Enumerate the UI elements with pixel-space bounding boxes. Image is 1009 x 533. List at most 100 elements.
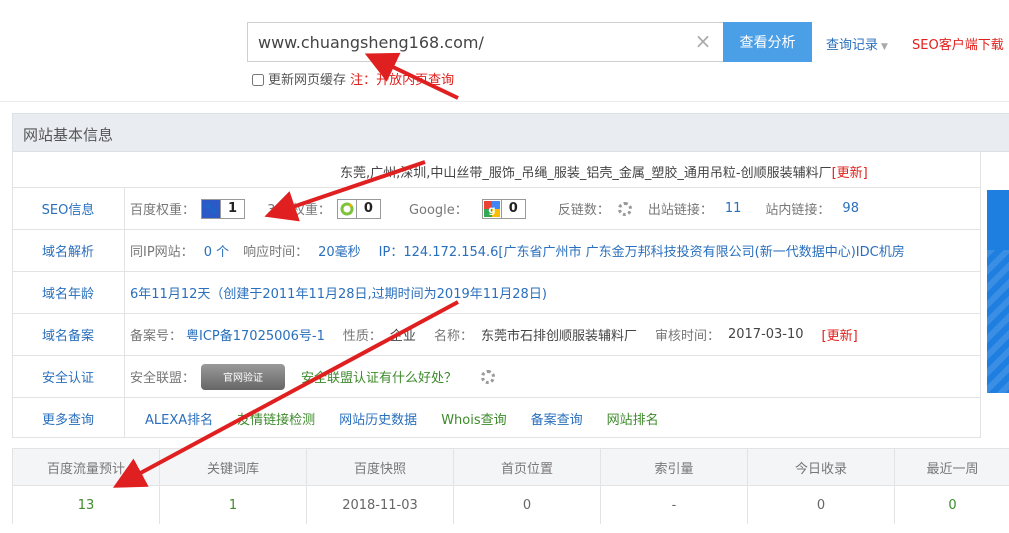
inlinks-label: 站内链接：: [765, 203, 831, 218]
security-content: 安全联盟： 官网验证 安全联盟认证有什么好处？: [130, 356, 981, 397]
so-rank-value: 0: [355, 199, 380, 218]
google-rank-label: Google：: [408, 203, 468, 218]
baidu-rank-value: 1: [220, 199, 244, 218]
official-verify-seal-icon[interactable]: 官网验证: [201, 363, 286, 390]
same-ip-value[interactable]: 0 个: [204, 241, 229, 260]
site-history-link[interactable]: 网站历史数据: [339, 409, 417, 428]
domain-age-label[interactable]: 域名年龄: [12, 272, 125, 313]
outlinks-value[interactable]: 11: [725, 201, 742, 216]
seo-info-row: SEO信息 百度权重： 🐾 1 360权重： 0 Google： g 0 反链数…: [12, 188, 981, 230]
dns-content: 同IP网站： 0 个 响应时间： 20毫秒 IP：124.172.154.6[广…: [130, 230, 981, 271]
stats-header-index: 索引量: [601, 449, 748, 485]
stats-header-row: 百度流量预计 关键词库 百度快照 首页位置 索引量 今日收录 最近一周: [13, 449, 1009, 486]
icp-row: 域名备案 备案号： 粤ICP备17025006号-1 性质： 企业 名称： 东莞…: [12, 314, 981, 356]
search-box: ×: [247, 22, 724, 62]
stats-value-snapshot: 2018-11-03: [307, 486, 454, 524]
site-rank-link[interactable]: 网站排名: [607, 409, 659, 428]
loading-spinner-icon: [617, 201, 632, 216]
icp-name-label: 名称：: [433, 329, 473, 344]
panel-header: 网站基本信息: [12, 113, 1009, 152]
icp-label[interactable]: 域名备案: [12, 314, 125, 355]
so-rank-badge[interactable]: 0: [336, 198, 381, 219]
site-title-text: 东莞,广州,深圳,中山丝带_服饰_吊绳_服装_铝壳_金属_塑胶_通用吊粒-创顺服…: [340, 166, 832, 181]
stats-value-last-week[interactable]: 0: [895, 486, 1009, 524]
stats-header-home-position: 首页位置: [454, 449, 601, 485]
security-alliance-label: 安全联盟：: [130, 371, 196, 386]
stats-header-last-week: 最近一周: [926, 461, 979, 477]
same-ip-label: 同IP网站：: [130, 245, 194, 260]
stats-value-today-indexed: 0: [748, 486, 895, 524]
stats-header-today-indexed: 今日收录: [748, 449, 895, 485]
icp-query-link[interactable]: 备案查询: [531, 409, 583, 428]
panel-title: 网站基本信息: [23, 126, 114, 144]
close-icon[interactable]: ×: [693, 31, 713, 51]
icp-no-label: 备案号：: [130, 329, 183, 344]
icp-type-label: 性质：: [342, 329, 382, 344]
icp-name-value: 东莞市石排创顺服装辅料厂: [480, 329, 637, 344]
alexa-rank-link[interactable]: ALEXA排名: [145, 409, 213, 428]
response-time-label: 响应时间：: [243, 245, 309, 260]
more-queries-label[interactable]: 更多查询: [12, 398, 125, 438]
response-time-value: 20毫秒: [318, 245, 361, 260]
dns-row: 域名解析 同IP网站： 0 个 响应时间： 20毫秒 IP：124.172.15…: [12, 230, 981, 272]
google-logo-icon: g: [483, 200, 501, 218]
divider: [0, 101, 1009, 102]
svg-text:g: g: [488, 205, 495, 216]
icp-type-value: 企业: [389, 329, 416, 344]
site-title: 东莞,广州,深圳,中山丝带_服饰_吊绳_服装_铝壳_金属_塑胶_通用吊粒-创顺服…: [340, 162, 868, 181]
cache-option: 更新网页缓存 注：开放内页查询: [252, 69, 454, 88]
query-history-link[interactable]: 查询记录 ▼: [826, 34, 888, 53]
loading-spinner-icon: [481, 369, 496, 384]
search-input[interactable]: [248, 23, 688, 61]
whois-link[interactable]: Whois查询: [441, 409, 506, 428]
more-queries-row: 更多查询 ALEXA排名 友情链接检测 网站历史数据 Whois查询 备案查询 …: [12, 398, 981, 438]
icp-content: 备案号： 粤ICP备17025006号-1 性质： 企业 名称： 东莞市石排创顺…: [130, 314, 981, 355]
site-title-row: 东莞,广州,深圳,中山丝带_服饰_吊绳_服装_铝壳_金属_塑胶_通用吊粒-创顺服…: [12, 152, 981, 188]
outlinks-label: 出站链接：: [647, 203, 713, 218]
so-rank-label: 360权重：: [267, 203, 331, 218]
icp-time-label: 审核时间：: [654, 329, 720, 344]
ip-info-link[interactable]: IP：124.172.154.6[广东省广州市 广东金万邦科技投资有限公司(新一…: [379, 241, 905, 260]
update-cache-checkbox[interactable]: [252, 74, 264, 86]
security-row: 安全认证 安全联盟： 官网验证 安全联盟认证有什么好处？: [12, 356, 981, 398]
security-label[interactable]: 安全认证: [12, 356, 125, 397]
security-benefit-link[interactable]: 安全联盟认证有什么好处？: [301, 367, 457, 386]
seo-info-content: 百度权重： 🐾 1 360权重： 0 Google： g 0 反链数： 出站链接…: [130, 188, 981, 229]
icp-refresh-link[interactable]: [更新]: [822, 325, 858, 344]
so-logo-icon: [338, 200, 356, 218]
side-banner[interactable]: [987, 190, 1009, 393]
domain-age-value[interactable]: 6年11月12天（创建于2011年11月28日,过期时间为2019年11月28日…: [130, 283, 547, 302]
stats-header-snapshot: 百度快照: [307, 449, 454, 485]
stats-value-home-position: 0: [454, 486, 601, 524]
stats-value-index: -: [601, 486, 748, 524]
google-rank-value: 0: [500, 199, 525, 218]
update-cache-label: 更新网页缓存: [268, 73, 347, 88]
google-rank-badge[interactable]: g 0: [481, 198, 526, 219]
stats-value-keywords[interactable]: 1: [160, 486, 307, 524]
domain-age-content: 6年11月12天（创建于2011年11月28日,过期时间为2019年11月28日…: [130, 272, 981, 313]
inlinks-value[interactable]: 98: [842, 201, 859, 216]
stats-table: 百度流量预计 关键词库 百度快照 首页位置 索引量 今日收录 最近一周 13 1…: [12, 448, 1009, 524]
dns-label[interactable]: 域名解析: [12, 230, 125, 271]
stats-value-row: 13 1 2018-11-03 0 - 0 0: [13, 486, 1009, 524]
stats-header-baidu-traffic: 百度流量预计: [13, 449, 160, 485]
analyze-button[interactable]: 查看分析: [723, 22, 812, 62]
baidu-paw-icon: 🐾: [202, 199, 221, 218]
caret-down-icon: ▼: [881, 42, 888, 52]
seal-text: 官网验证: [223, 373, 264, 384]
site-title-refresh-link[interactable]: [更新]: [832, 166, 868, 181]
query-history-label: 查询记录: [826, 38, 879, 53]
friend-link-check-link[interactable]: 友情链接检测: [237, 409, 315, 428]
backlinks-label: 反链数：: [557, 203, 610, 218]
stats-header-keywords: 关键词库: [160, 449, 307, 485]
cache-note: 注：开放内页查询: [350, 73, 455, 88]
domain-age-row: 域名年龄 6年11月12天（创建于2011年11月28日,过期时间为2019年1…: [12, 272, 981, 314]
baidu-rank-badge[interactable]: 🐾 1: [201, 198, 246, 219]
seo-info-label[interactable]: SEO信息: [12, 188, 125, 229]
icp-no-value[interactable]: 粤ICP备17025006号-1: [186, 325, 325, 344]
more-queries-content: ALEXA排名 友情链接检测 网站历史数据 Whois查询 备案查询 网站排名: [145, 398, 981, 438]
icp-time-value: 2017-03-10: [727, 327, 804, 342]
stats-value-baidu-traffic[interactable]: 13: [13, 486, 160, 524]
baidu-rank-label: 百度权重：: [130, 203, 196, 218]
seo-client-download-link[interactable]: SEO客户端下载: [912, 34, 1004, 53]
